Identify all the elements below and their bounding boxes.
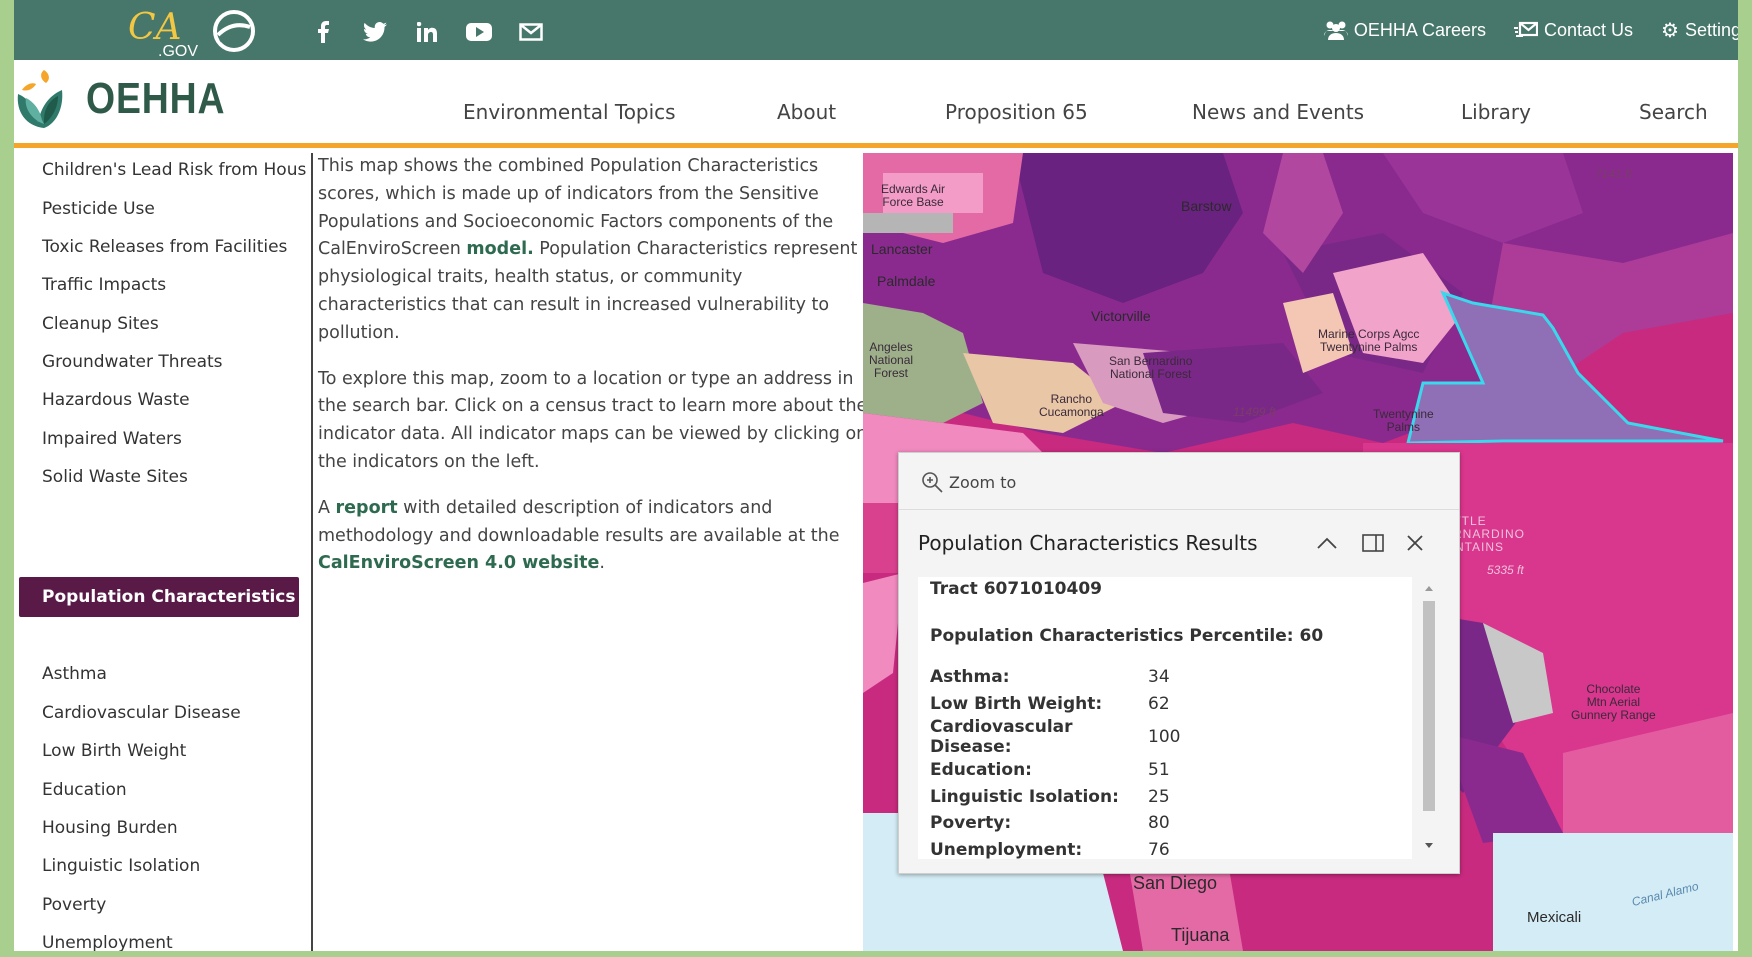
sidebar-item[interactable]: Traffic Impacts [42, 275, 166, 295]
model-link[interactable]: model. [466, 239, 533, 259]
sidebar-item[interactable]: Pesticide Use [42, 199, 155, 219]
nav-proposition-65[interactable]: Proposition 65 [945, 100, 1088, 124]
careers-link[interactable]: OEHHA Careers [1323, 20, 1486, 41]
sidebar-item[interactable]: Linguistic Isolation [42, 856, 200, 876]
sidebar-item[interactable]: Poverty [42, 895, 106, 915]
map-label-edwards: Edwards Air Force Base [881, 182, 946, 209]
nav-environmental-topics[interactable]: Environmental Topics [463, 100, 676, 124]
people-icon [1323, 21, 1348, 40]
sidebar-item[interactable]: Low Birth Weight [42, 741, 186, 761]
map-label-chocolate: Chocolate Mtn Aerial Gunnery Range [1571, 682, 1656, 722]
nav-menu: Environmental Topics About Proposition 6… [14, 60, 1738, 143]
tract-id: Tract 6071010409 [930, 579, 1102, 599]
browser-viewport: CA .GOV OEHHA Careers Contact Us ⚙ Setti… [14, 0, 1738, 951]
settings-link[interactable]: ⚙ Settings [1661, 18, 1738, 43]
map-label-rancho: Rancho Cucamonga [1039, 392, 1104, 419]
youtube-icon[interactable] [453, 19, 505, 45]
sidebar-item[interactable]: Hazardous Waste [42, 390, 190, 410]
facebook-icon[interactable] [297, 19, 349, 45]
table-row: Education: 51 [930, 760, 1170, 781]
collapse-button[interactable] [1311, 527, 1343, 559]
description-paragraph: This map shows the combined Population C… [318, 156, 858, 343]
sidebar-item[interactable]: Solid Waste Sites [42, 467, 188, 487]
sidebar-item[interactable]: Children's Lead Risk from Hous [42, 160, 306, 180]
envelope-icon [1513, 21, 1538, 37]
map-label-twentynine: Twentynine Palms [1373, 407, 1434, 434]
scroll-down-icon[interactable] [1418, 839, 1440, 853]
utility-links: OEHHA Careers Contact Us ⚙ Settings [1296, 0, 1738, 60]
sidebar-item[interactable]: Groundwater Threats [42, 352, 223, 372]
nav-about[interactable]: About [777, 100, 836, 124]
table-row: Cardiovascular Disease: 100 [930, 717, 1181, 757]
top-bar: CA .GOV OEHHA Careers Contact Us ⚙ Setti… [14, 0, 1738, 60]
map-label-elev2: 11499 ft [1233, 405, 1276, 419]
sidebar-item-population-characteristics[interactable]: Population Characteristics [19, 577, 299, 617]
scrollbar-thumb[interactable] [1423, 601, 1435, 811]
close-button[interactable] [1399, 527, 1431, 559]
close-icon [1407, 535, 1423, 551]
sidebar-item[interactable]: Asthma [42, 664, 107, 684]
sidebar-item[interactable]: Unemployment [42, 933, 173, 951]
main-navigation: OEHHA Environmental Topics About Proposi… [14, 60, 1738, 148]
ca-gov-logo[interactable]: CA .GOV [128, 10, 198, 61]
zoom-to-button[interactable]: Zoom to [921, 471, 1016, 493]
sidebar-item[interactable]: Education [42, 780, 127, 800]
calenviroscreen-website-link[interactable]: CalEnviroScreen 4.0 website [318, 553, 599, 573]
calepa-swirl-icon[interactable] [212, 9, 256, 53]
mail-icon[interactable] [505, 19, 557, 45]
popup-content: Tract 6071010409 Population Characterist… [918, 577, 1412, 859]
map-label-angeles: Angeles National Forest [869, 340, 914, 380]
map-label-elev1: 7141 ft [1595, 167, 1632, 181]
results-popup: Zoom to Population Characteristics Resul… [898, 452, 1460, 874]
instructions-paragraph: To explore this map, zoom to a location … [318, 368, 868, 472]
map-label-barstow: Barstow [1181, 198, 1232, 214]
map-label-marine: Marine Corps Agcc Twentynine Palms [1318, 327, 1420, 354]
table-row: Poverty: 80 [930, 813, 1170, 834]
percentile: Population Characteristics Percentile: 6… [930, 626, 1324, 646]
map-label-sanbern: San Bernardino National Forest [1109, 354, 1193, 381]
dock-button[interactable] [1357, 527, 1389, 559]
map-label-sandiego: San Diego [1133, 873, 1218, 893]
zoom-in-icon [922, 472, 943, 493]
sidebar-item[interactable]: Housing Burden [42, 818, 178, 838]
sidebar-item[interactable]: Cleanup Sites [42, 314, 159, 334]
scroll-up-icon[interactable] [1418, 581, 1440, 595]
report-link[interactable]: report [336, 498, 398, 518]
popup-divider [899, 509, 1459, 510]
linkedin-icon[interactable] [401, 19, 453, 45]
chevron-up-icon [1317, 537, 1337, 549]
nav-news-and-events[interactable]: News and Events [1192, 100, 1364, 124]
sidebar-item[interactable]: Toxic Releases from Facilities [42, 237, 287, 257]
map-label-elev3: 5335 ft [1487, 563, 1524, 577]
table-row: Asthma: 34 [930, 667, 1170, 688]
report-paragraph: A report with detailed description of in… [318, 497, 840, 574]
popup-pointer [1461, 449, 1462, 450]
map-label-palmdale: Palmdale [877, 273, 936, 289]
twitter-icon[interactable] [349, 19, 401, 45]
nav-library[interactable]: Library [1461, 100, 1531, 124]
indicator-table: Asthma: 34 Low Birth Weight: 62 Cardiovasc… [930, 664, 1180, 859]
social-links [297, 19, 557, 45]
contact-link[interactable]: Contact Us [1513, 20, 1633, 41]
map-label-victorville: Victorville [1091, 308, 1151, 324]
sidebar-item[interactable]: Impaired Waters [42, 429, 182, 449]
popup-title: Population Characteristics Results [918, 531, 1258, 555]
table-row: Unemployment: 76 [930, 839, 1170, 859]
table-row: Low Birth Weight: 62 [930, 693, 1170, 714]
dock-icon [1362, 534, 1384, 552]
map-label-lancaster: Lancaster [871, 241, 933, 257]
sidebar-item[interactable]: Cardiovascular Disease [42, 703, 241, 723]
nav-search[interactable]: Search [1639, 100, 1708, 124]
map-description: This map shows the combined Population C… [314, 153, 876, 951]
map-label-mexicali: Mexicali [1527, 909, 1582, 926]
gear-icon: ⚙ [1661, 19, 1679, 42]
indicator-sidebar: Children's Lead Risk from Hous Pesticide… [14, 153, 313, 951]
map-label-tijuana: Tijuana [1171, 925, 1230, 945]
popup-scrollbar[interactable] [1418, 577, 1440, 859]
table-row: Linguistic Isolation: 25 [930, 786, 1170, 807]
